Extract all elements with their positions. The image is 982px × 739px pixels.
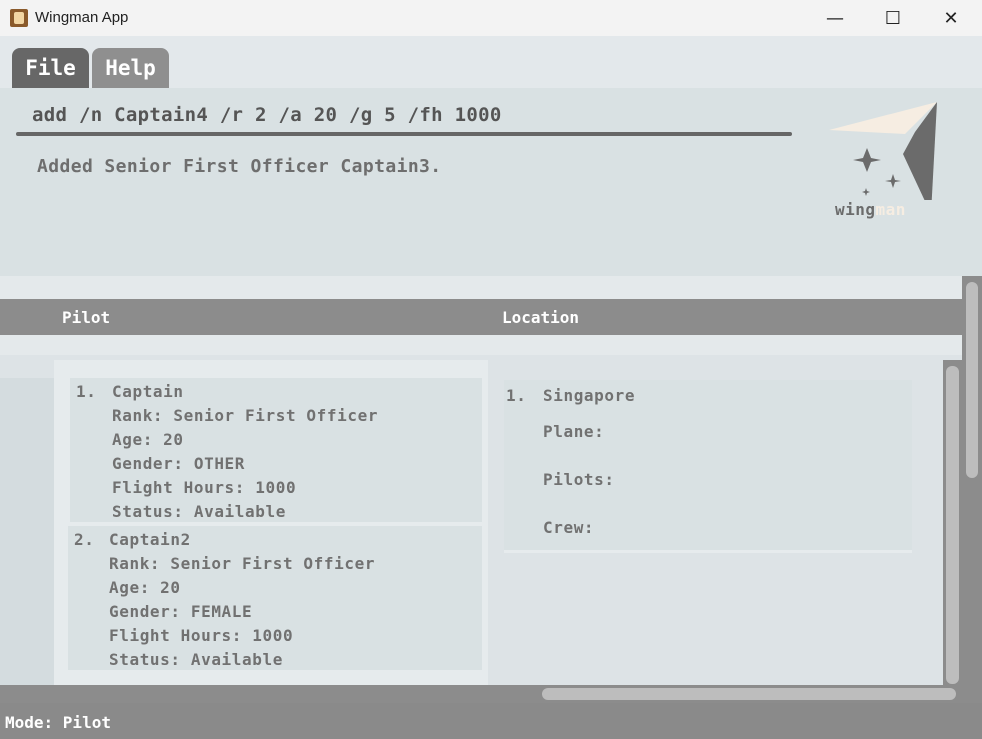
maximize-button[interactable]: ☐ [864,0,922,36]
maximize-icon: ☐ [884,7,902,29]
title-bar: Wingman App — ☐ ✕ [0,0,982,36]
location-pilots: Pilots: [543,470,615,489]
pilot-name: Captain2 [109,530,191,549]
list-vertical-scroll-thumb[interactable] [946,366,959,684]
result-message: Added Senior First Officer Captain3. [37,156,442,177]
pilot-index: 1. [76,382,97,401]
command-input-underline [16,132,792,136]
window-vertical-scroll-thumb[interactable] [966,282,978,478]
spacer-band [0,276,962,299]
pilot-status: Status: Available [109,650,283,669]
menu-file[interactable]: File [12,48,89,88]
pilot-age: Age: 20 [112,430,184,449]
pilot-gender: Gender: OTHER [112,454,246,473]
pilot-index: 2. [74,530,95,549]
pilot-status: Status: Available [112,502,286,521]
window-vertical-scrollbar[interactable] [962,276,982,703]
column-header-row: Pilot Location [0,299,962,335]
location-list[interactable]: 1. Singapore Plane: Pilots: Crew: [496,360,924,685]
horizontal-scrollbar[interactable] [0,685,962,703]
logo-graphic [829,102,937,214]
status-bar: Mode: Pilot [0,703,982,739]
horizontal-scroll-thumb[interactable] [542,688,956,700]
pilot-column-header: Pilot [62,308,111,327]
pilot-gender: Gender: FEMALE [109,602,253,621]
logo-text: wingman [835,200,906,219]
pilot-flight-hours: Flight Hours: 1000 [112,478,297,497]
result-display: Added Senior First Officer Captain3. [16,144,792,236]
mode-indicator: Mode: Pilot [5,713,111,732]
pilot-rank: Rank: Senior First Officer [112,406,379,425]
menu-help[interactable]: Help [92,48,169,88]
location-crew: Crew: [543,518,595,537]
menu-bar: File Help [0,36,982,88]
minimize-button[interactable]: — [806,0,864,36]
location-name: Singapore [543,386,636,405]
command-area: add /n Captain4 /r 2 /a 20 /g 5 /fh 1000… [0,88,982,276]
pilot-rank: Rank: Senior First Officer [109,554,376,573]
list-vertical-scrollbar[interactable] [943,360,962,685]
window-title: Wingman App [35,9,129,26]
spacer-band-2 [0,335,962,355]
minimize-icon: — [826,7,844,29]
pilot-card[interactable]: 2. Captain2 Rank: Senior First Officer A… [68,526,482,670]
pilot-list[interactable]: 1. Captain Rank: Senior First Officer Ag… [54,360,488,685]
location-index: 1. [506,386,527,405]
location-card[interactable]: 1. Singapore Plane: Pilots: Crew: [504,380,912,553]
pilot-name: Captain [112,382,184,401]
close-icon: ✕ [943,7,959,29]
pilot-flight-hours: Flight Hours: 1000 [109,626,294,645]
close-button[interactable]: ✕ [922,0,980,36]
left-gutter [0,378,54,685]
location-plane: Plane: [543,422,605,441]
location-column-header: Location [502,308,580,327]
wingman-logo: wingman [825,100,945,222]
pilot-card[interactable]: 1. Captain Rank: Senior First Officer Ag… [70,378,482,522]
command-input[interactable]: add /n Captain4 /r 2 /a 20 /g 5 /fh 1000 [32,104,502,126]
pilot-age: Age: 20 [109,578,181,597]
app-icon [10,9,28,27]
